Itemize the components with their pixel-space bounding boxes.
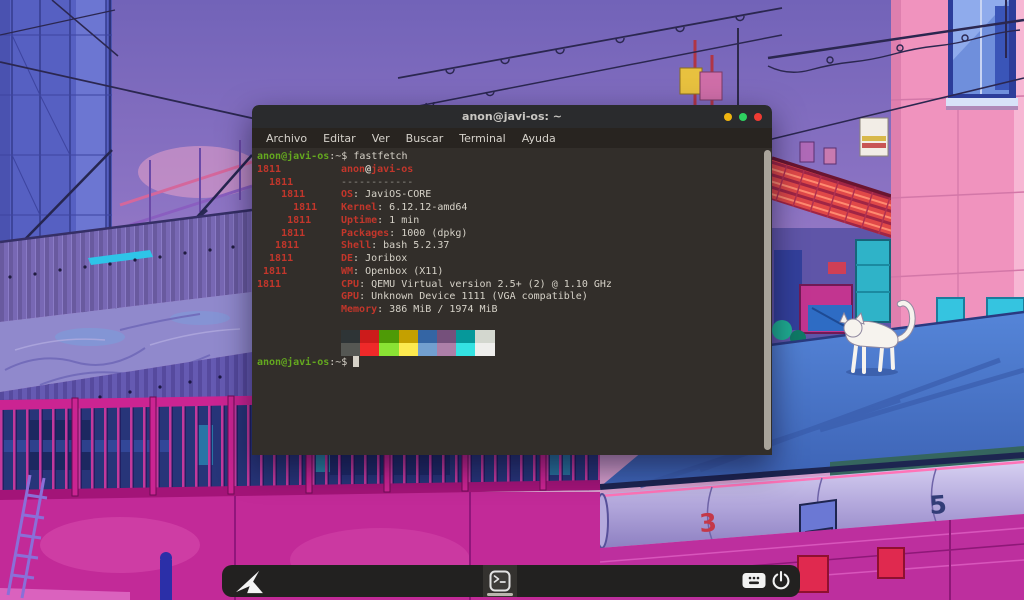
palette-swatch [379, 329, 399, 343]
taskbar [222, 565, 800, 597]
palette-swatch [417, 342, 437, 356]
terminal-cursor [353, 355, 360, 367]
command-text: fastfetch [353, 151, 408, 162]
prompt-line: anon@javi-os:~$ fastfetch [257, 151, 772, 164]
palette-swatch [360, 342, 380, 356]
fetch-row-uptime: 1811 Uptime: 1 min [257, 214, 420, 226]
palette-swatch [475, 342, 495, 356]
terminal-output: anon@javi-os:~$ fastfetch 1811 anon@javi-… [257, 151, 772, 368]
menu-item-buscar[interactable]: Buscar [398, 132, 452, 145]
palette-swatch [417, 329, 437, 343]
keyboard-icon [742, 573, 766, 588]
window-titlebar[interactable]: anon@javi-os: ~ [252, 105, 772, 128]
palette-swatch [341, 342, 361, 356]
fetch-row-os: 1811 OS: JaviOS-CORE [257, 189, 432, 201]
palette-swatch [379, 342, 399, 356]
window-buttons [724, 105, 762, 128]
menu-item-archivo[interactable]: Archivo [258, 132, 315, 145]
terminal-app-icon [489, 570, 511, 592]
palette-swatch [456, 329, 476, 343]
menu-item-ayuda[interactable]: Ayuda [514, 132, 564, 145]
palette-row-normal [341, 329, 772, 343]
keyboard-button[interactable] [742, 572, 766, 593]
power-icon [772, 570, 790, 590]
fetch-row-shell: 1811 Shell: bash 5.2.37 [257, 240, 450, 252]
window-button-close[interactable] [754, 112, 762, 121]
palette-swatch [341, 329, 361, 343]
fetch-row-cpu: 1811 CPU: QEMU Virtual version 2.5+ (2) @… [257, 278, 612, 290]
palette-swatch [436, 329, 457, 343]
paper-plane-logo-icon [236, 570, 263, 594]
prompt-user: anon@javi-os [257, 356, 330, 368]
fetch-row-gpu: GPU: Unknown Device 1111 (VGA compatible… [341, 291, 588, 303]
active-app-indicator [487, 593, 513, 596]
fetch-row-wm: 1811 WM: Openbox (X11) [257, 265, 444, 277]
power-button[interactable] [771, 570, 791, 595]
fetch-row-packages: 1811 Packages: 1000 (dpkg) [257, 227, 468, 239]
palette-swatch [398, 342, 418, 356]
prompt-user: anon@javi-os [257, 151, 330, 162]
fetch-title-line: 1811 anon@javi-os [257, 163, 414, 175]
gutter-number-5: 5 [928, 490, 947, 520]
prompt-line-active[interactable]: anon@javi-os:~$ [257, 355, 772, 369]
window-button-maximize[interactable] [739, 112, 747, 121]
fetch-row-de: 1811 DE: Joribox [257, 253, 408, 264]
palette-swatch [456, 342, 476, 356]
terminal-body[interactable]: anon@javi-os:~$ fastfetch 1811 anon@javi-… [252, 148, 772, 455]
fetch-separator-line: 1811 ------------ [257, 176, 414, 188]
menu-item-editar[interactable]: Editar [315, 132, 364, 145]
terminal-scrollbar[interactable] [764, 150, 771, 450]
palette-swatch [360, 329, 380, 343]
window-button-minimize[interactable] [724, 112, 732, 121]
gutter-number-3: 3 [698, 508, 717, 538]
menu-bar: Archivo Editar Ver Buscar Terminal Ayuda [252, 128, 772, 148]
fetch-row-kernel: 1811 Kernel: 6.12.12-amd64 [257, 202, 468, 213]
fetch-row-memory: Memory: 386 MiB / 1974 MiB [341, 304, 498, 315]
menu-item-terminal[interactable]: Terminal [451, 132, 514, 145]
window-title: anon@javi-os: ~ [462, 110, 562, 123]
palette-swatch [436, 342, 457, 356]
palette-swatch [398, 329, 418, 343]
palette-row-bright [341, 342, 772, 356]
palette-swatch [475, 329, 495, 343]
prompt-suffix: :~$ [329, 356, 354, 368]
launcher-button[interactable] [233, 568, 265, 594]
menu-item-ver[interactable]: Ver [364, 132, 398, 145]
desktop: { "window": { "title": "anon@javi-os: ~"… [0, 0, 1024, 600]
prompt-suffix: :~$ [329, 151, 354, 162]
terminal-window: anon@javi-os: ~ Archivo Editar Ver Busca… [252, 105, 772, 455]
